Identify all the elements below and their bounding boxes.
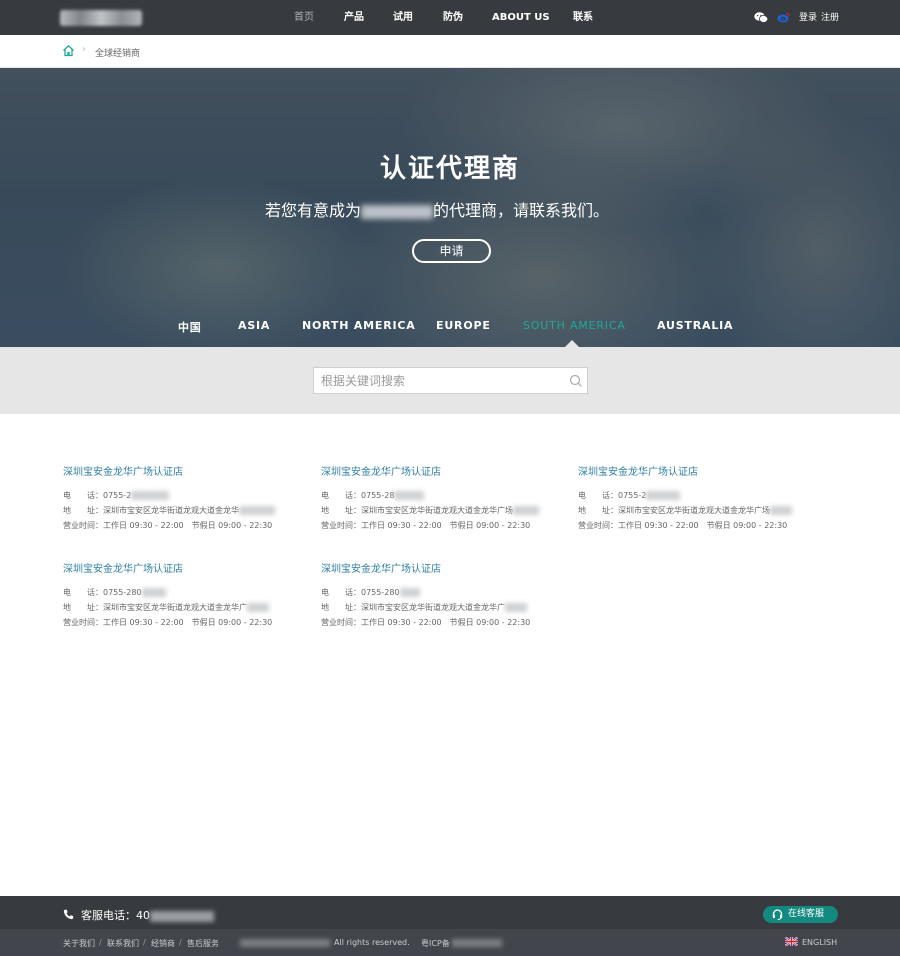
redacted-phone bbox=[399, 588, 420, 597]
redacted-icp-number bbox=[452, 939, 502, 947]
region-tab-europe[interactable]: EUROPE bbox=[436, 319, 491, 332]
hero-subtitle-prefix: 若您有意成为 bbox=[265, 201, 362, 220]
dealer-card: 深圳宝安金龙华广场认证店 电 话：0755-280 地 址：深圳市宝安区龙华街道… bbox=[321, 557, 561, 627]
phone-icon bbox=[63, 909, 74, 920]
nav-contact[interactable]: 联系 bbox=[573, 0, 593, 35]
register-link[interactable]: 注册 bbox=[821, 0, 839, 35]
search-input[interactable] bbox=[314, 368, 559, 393]
redacted-phone bbox=[646, 491, 681, 500]
dealer-card: 深圳宝安金龙华广场认证店 电 话：0755-28 地 址：深圳市宝安区龙华街道龙… bbox=[321, 460, 561, 530]
redacted-address bbox=[513, 506, 539, 515]
redacted-address bbox=[239, 506, 275, 515]
top-navigation-bar: 首页 产品 试用 防伪 ABOUT US 联系 登录 注册 bbox=[0, 0, 900, 35]
redacted-phone bbox=[141, 588, 166, 597]
footer-link-about[interactable]: 关于我们 bbox=[63, 938, 95, 949]
dealer-address: 地 址：深圳市宝安区龙华街道龙观大道金龙华广 bbox=[321, 602, 527, 613]
footer-link-separator: / bbox=[99, 938, 102, 947]
dealer-hours: 营业时间：工作日 09:30 - 22:00 节假日 09:00 - 22:30 bbox=[321, 618, 531, 627]
login-link[interactable]: 登录 bbox=[799, 0, 817, 35]
footer: 客服电话：40 在线客服 关于我们 / 联系我们 / 经销商 / 售后服务 Al… bbox=[0, 896, 900, 956]
dealer-phone: 电 话：0755-28 bbox=[321, 490, 425, 501]
dealer-name-link[interactable]: 深圳宝安金龙华广场认证店 bbox=[578, 467, 698, 478]
language-switch-english[interactable]: ENGLISH bbox=[802, 938, 837, 947]
nav-home[interactable]: 首页 bbox=[294, 0, 314, 35]
dealer-hours: 营业时间：工作日 09:30 - 22:00 节假日 09:00 - 22:30 bbox=[578, 521, 788, 530]
hero-subtitle-suffix: 的代理商，请联系我们。 bbox=[433, 201, 610, 220]
region-tab-south-america[interactable]: SOUTH AMERICA bbox=[523, 319, 626, 332]
nav-about-us[interactable]: ABOUT US bbox=[492, 0, 550, 35]
footer-link-separator: / bbox=[143, 938, 146, 947]
nav-anti-counterfeit[interactable]: 防伪 bbox=[443, 0, 463, 35]
dealer-card: 深圳宝安金龙华广场认证店 电 话：0755-2 地 址：深圳市宝安区龙华街道龙观… bbox=[578, 460, 818, 530]
dealer-name-link[interactable]: 深圳宝安金龙华广场认证店 bbox=[63, 467, 183, 478]
dealer-address: 地 址：深圳市宝安区龙华街道龙观大道金龙华广 bbox=[63, 602, 269, 613]
dealer-card: 深圳宝安金龙华广场认证店 电 话：0755-280 地 址：深圳市宝安区龙华街道… bbox=[63, 557, 303, 627]
weibo-icon[interactable] bbox=[777, 12, 790, 23]
wechat-icon[interactable] bbox=[754, 12, 768, 23]
footer-link-after-sales[interactable]: 售后服务 bbox=[187, 938, 219, 949]
home-icon[interactable] bbox=[62, 44, 75, 57]
footer-link-dealers[interactable]: 经销商 bbox=[151, 938, 175, 949]
breadcrumb-current: 全球经销商 bbox=[95, 49, 141, 59]
search-box bbox=[313, 367, 588, 394]
redacted-address bbox=[247, 603, 269, 612]
dealer-address: 地 址：深圳市宝安区龙华街道龙观大道金龙华 bbox=[63, 505, 275, 516]
copyright-text: All rights reserved. bbox=[334, 938, 410, 947]
dealer-card: 深圳宝安金龙华广场认证店 电 话：0755-2 地 址：深圳市宝安区龙华街道龙观… bbox=[63, 460, 303, 530]
footer-link-separator: / bbox=[179, 938, 182, 947]
dealer-hours: 营业时间：工作日 09:30 - 22:00 节假日 09:00 - 22:30 bbox=[63, 521, 273, 530]
region-tab-asia[interactable]: ASIA bbox=[238, 319, 270, 332]
dealer-hours: 营业时间：工作日 09:30 - 22:00 节假日 09:00 - 22:30 bbox=[321, 521, 531, 530]
redacted-phone bbox=[394, 491, 425, 500]
region-tab-china[interactable]: 中国 bbox=[178, 319, 202, 335]
nav-products[interactable]: 产品 bbox=[344, 0, 364, 35]
footer-link-contact[interactable]: 联系我们 bbox=[107, 938, 139, 949]
redacted-copyright bbox=[240, 939, 330, 947]
dealer-phone: 电 话：0755-2 bbox=[578, 490, 681, 501]
dealer-address: 地 址：深圳市宝安区龙华街道龙观大道金龙华广场 bbox=[578, 505, 792, 516]
dealer-hours: 营业时间：工作日 09:30 - 22:00 节假日 09:00 - 22:30 bbox=[63, 618, 273, 627]
icp-text: 粤ICP备 bbox=[421, 939, 450, 948]
uk-flag-icon[interactable] bbox=[785, 937, 798, 946]
dealer-name-link[interactable]: 深圳宝安金龙华广场认证店 bbox=[321, 564, 441, 575]
search-icon[interactable] bbox=[569, 374, 583, 388]
hero-subtitle: 若您有意成为 的代理商，请联系我们。 bbox=[265, 197, 609, 221]
brand-logo[interactable] bbox=[60, 10, 142, 26]
headset-icon bbox=[772, 909, 783, 920]
region-tab-north-america[interactable]: NORTH AMERICA bbox=[302, 319, 416, 332]
redacted-phone bbox=[131, 491, 170, 500]
apply-button[interactable]: 申请 bbox=[412, 239, 491, 263]
footer-bottom-bar: 关于我们 / 联系我们 / 经销商 / 售后服务 All rights rese… bbox=[0, 929, 900, 956]
search-band bbox=[0, 347, 900, 414]
dealer-address: 地 址：深圳市宝安区龙华街道龙观大道金龙华广场 bbox=[321, 505, 539, 516]
dealer-phone: 电 话：0755-2 bbox=[63, 490, 170, 501]
region-tab-australia[interactable]: AUSTRALIA bbox=[657, 319, 733, 332]
dealer-name-link[interactable]: 深圳宝安金龙华广场认证店 bbox=[321, 467, 441, 478]
dealer-phone: 电 话：0755-280 bbox=[321, 587, 420, 598]
breadcrumb: › 全球经销商 bbox=[0, 35, 900, 68]
breadcrumb-separator: › bbox=[82, 44, 86, 55]
redacted-hotline-number bbox=[150, 910, 214, 922]
hero-banner: 认证代理商 若您有意成为 的代理商，请联系我们。 申请 中国 ASIA NORTH… bbox=[0, 68, 900, 347]
dealer-phone: 电 话：0755-280 bbox=[63, 587, 166, 598]
hero-title: 认证代理商 bbox=[379, 154, 520, 184]
redacted-address bbox=[770, 506, 792, 515]
active-region-indicator bbox=[565, 340, 579, 347]
redacted-address bbox=[505, 603, 527, 612]
nav-trial[interactable]: 试用 bbox=[393, 0, 413, 35]
dealer-name-link[interactable]: 深圳宝安金龙华广场认证店 bbox=[63, 564, 183, 575]
hotline-text: 客服电话：40 bbox=[81, 907, 214, 923]
redacted-brand-name bbox=[361, 204, 434, 219]
